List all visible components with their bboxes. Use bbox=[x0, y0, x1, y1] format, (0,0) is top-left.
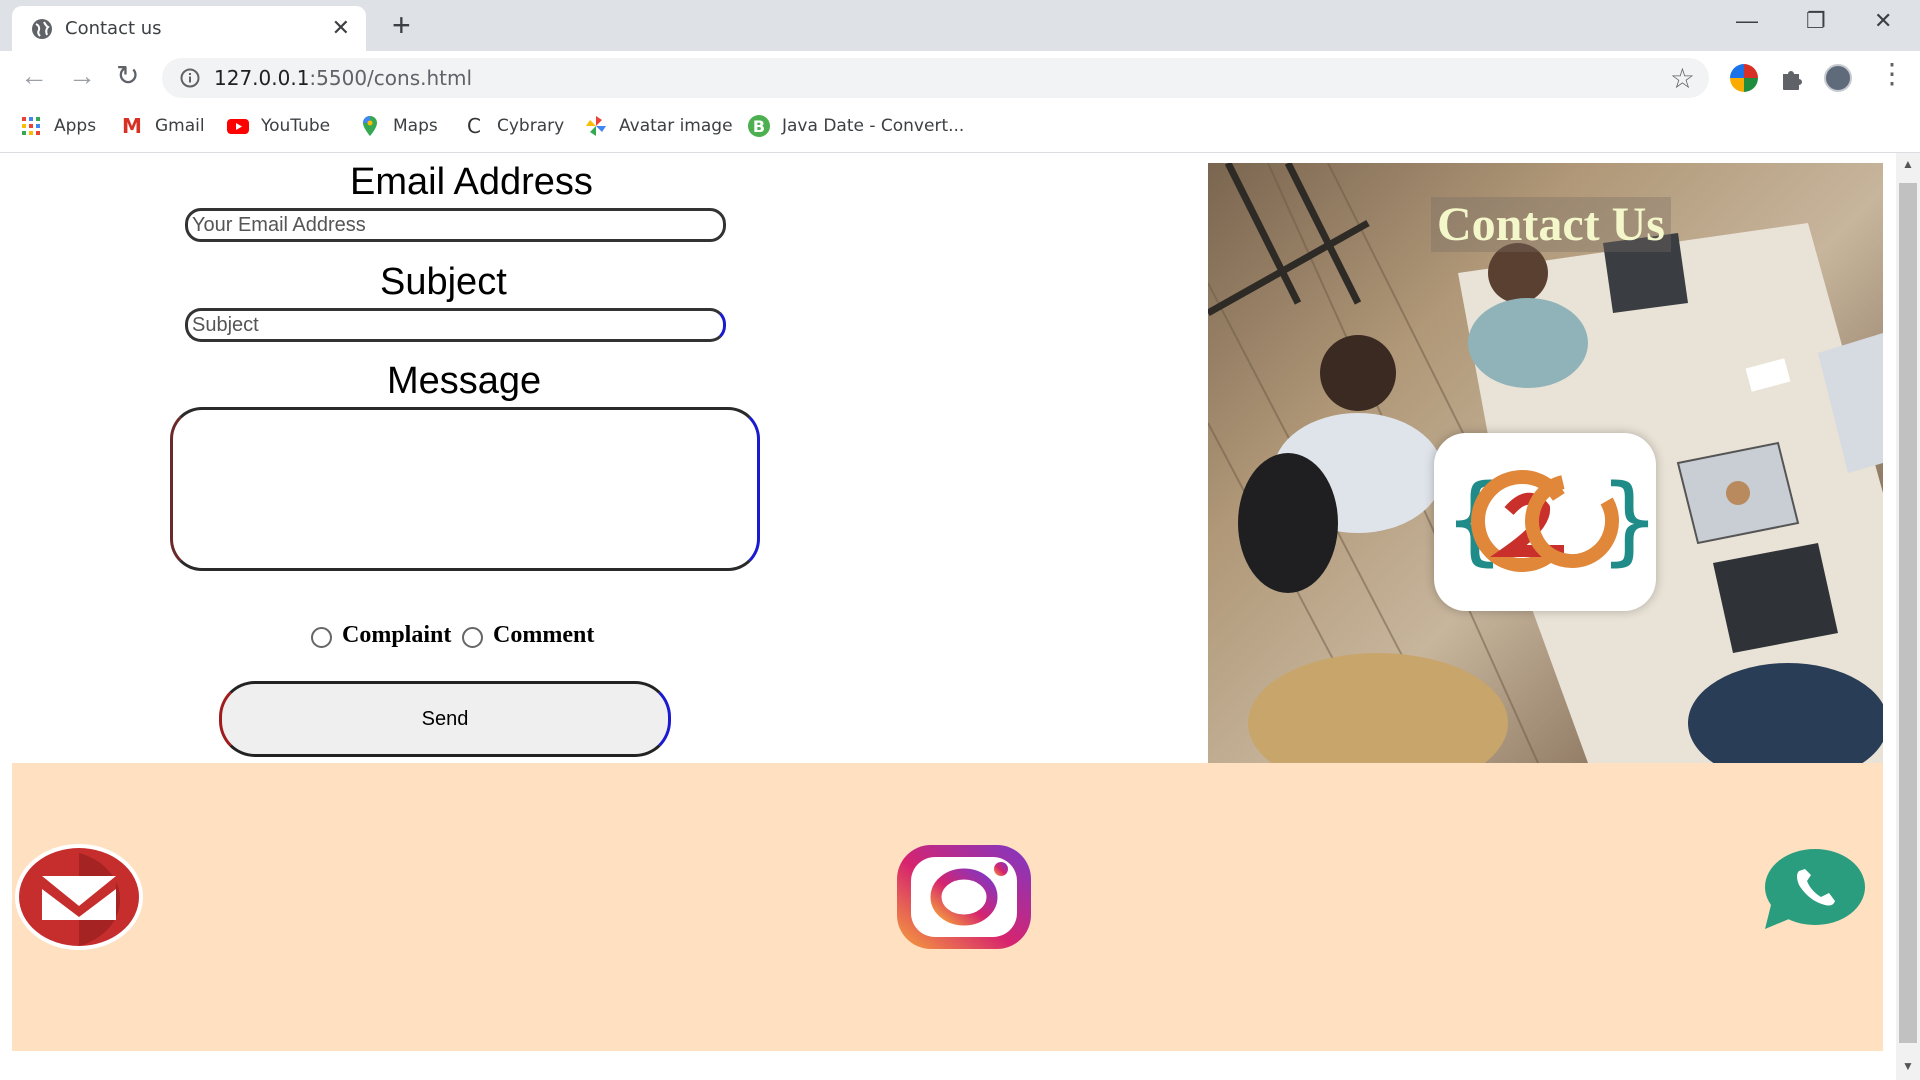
bookmark-label: Gmail bbox=[155, 116, 205, 136]
bookmark-avatar-image[interactable]: Avatar image bbox=[585, 115, 733, 137]
bookmark-label: Cybrary bbox=[497, 116, 565, 136]
url-host: 127.0.0.1 bbox=[214, 66, 310, 90]
comment-label: Comment bbox=[493, 622, 595, 648]
bookmark-apps[interactable]: Apps bbox=[20, 115, 96, 137]
bookmark-java-date[interactable]: B Java Date - Convert... bbox=[748, 115, 964, 137]
scroll-up-icon[interactable]: ▲ bbox=[1902, 157, 1914, 171]
bookmark-cybrary[interactable]: C Cybrary bbox=[463, 114, 565, 138]
bookmark-label: YouTube bbox=[261, 116, 331, 136]
address-bar[interactable]: 127.0.0.1:5500/cons.html ☆ bbox=[162, 58, 1709, 98]
email-label: Email Address bbox=[350, 161, 593, 203]
close-tab-icon[interactable]: ✕ bbox=[332, 17, 350, 39]
subject-label: Subject bbox=[380, 261, 507, 303]
forward-button[interactable]: → bbox=[68, 61, 96, 91]
pinwheel-icon bbox=[586, 116, 606, 136]
page-content: Email Address Your Email Address Subject… bbox=[0, 153, 1890, 1080]
info-icon[interactable] bbox=[180, 68, 200, 88]
scroll-down-icon[interactable]: ▼ bbox=[1902, 1059, 1914, 1073]
footer bbox=[12, 763, 1883, 1051]
instagram-icon[interactable] bbox=[897, 845, 1031, 949]
gmail-icon: M bbox=[122, 114, 142, 138]
minimize-button[interactable]: — bbox=[1736, 8, 1758, 34]
hero-image: Contact Us { } bbox=[1208, 163, 1883, 763]
email-input[interactable]: Your Email Address bbox=[185, 208, 726, 242]
bookmarks-bar: Apps M Gmail YouTube Maps C Cybrary Avat… bbox=[0, 104, 1920, 153]
c2g-logo: { } bbox=[1434, 433, 1660, 611]
bookmark-label: Apps bbox=[54, 116, 97, 136]
comment-radio[interactable] bbox=[462, 627, 483, 648]
back-button[interactable]: ← bbox=[20, 61, 48, 91]
hero-title: Contact Us bbox=[1431, 197, 1671, 252]
browser-menu-icon[interactable]: ⋮ bbox=[1878, 59, 1906, 89]
globe-icon bbox=[32, 18, 52, 39]
send-button[interactable]: Send bbox=[219, 681, 671, 757]
bookmark-label: Maps bbox=[393, 116, 438, 136]
profile-avatar[interactable] bbox=[1824, 64, 1852, 92]
puzzle-icon[interactable] bbox=[1777, 64, 1805, 92]
apps-grid-icon bbox=[22, 117, 40, 135]
whatsapp-icon[interactable] bbox=[1763, 849, 1865, 931]
scrollbar-thumb[interactable] bbox=[1899, 183, 1917, 1043]
url-text: 127.0.0.1:5500/cons.html bbox=[214, 66, 472, 90]
c2g-logo-icon: { } bbox=[1444, 464, 1660, 576]
bookmark-youtube[interactable]: YouTube bbox=[227, 115, 330, 137]
scrollbar[interactable]: ▲ ▼ bbox=[1896, 153, 1920, 1080]
bookmark-gmail[interactable]: M Gmail bbox=[121, 114, 205, 138]
new-tab-button[interactable]: + bbox=[392, 8, 411, 42]
b-icon: B bbox=[748, 115, 770, 137]
tab-strip: Contact us ✕ + — ❐ ✕ bbox=[0, 0, 1920, 51]
bookmark-label: Avatar image bbox=[619, 116, 733, 136]
complaint-radio[interactable] bbox=[311, 627, 332, 648]
bookmark-label: Java Date - Convert... bbox=[782, 116, 965, 136]
subject-input[interactable]: Subject bbox=[185, 308, 726, 342]
maps-icon bbox=[363, 116, 377, 136]
message-textarea[interactable] bbox=[170, 407, 760, 571]
bookmark-star-icon[interactable]: ☆ bbox=[1670, 62, 1695, 95]
youtube-icon bbox=[227, 119, 249, 134]
url-path: :5500/cons.html bbox=[309, 66, 473, 90]
gmail-icon[interactable] bbox=[14, 843, 144, 951]
complaint-label: Complaint bbox=[342, 622, 452, 648]
tab-contact-us[interactable]: Contact us ✕ bbox=[12, 6, 366, 51]
tab-title: Contact us bbox=[65, 18, 162, 39]
extension-icon[interactable] bbox=[1730, 64, 1758, 92]
bookmark-maps[interactable]: Maps bbox=[359, 115, 438, 137]
message-label: Message bbox=[387, 360, 542, 402]
browser-toolbar: ← → ↻ 127.0.0.1:5500/cons.html ☆ ⋮ bbox=[0, 51, 1920, 104]
restore-button[interactable]: ❐ bbox=[1806, 8, 1826, 34]
close-window-button[interactable]: ✕ bbox=[1874, 8, 1892, 34]
cybrary-icon: C bbox=[467, 114, 481, 138]
reload-button[interactable]: ↻ bbox=[116, 61, 139, 91]
